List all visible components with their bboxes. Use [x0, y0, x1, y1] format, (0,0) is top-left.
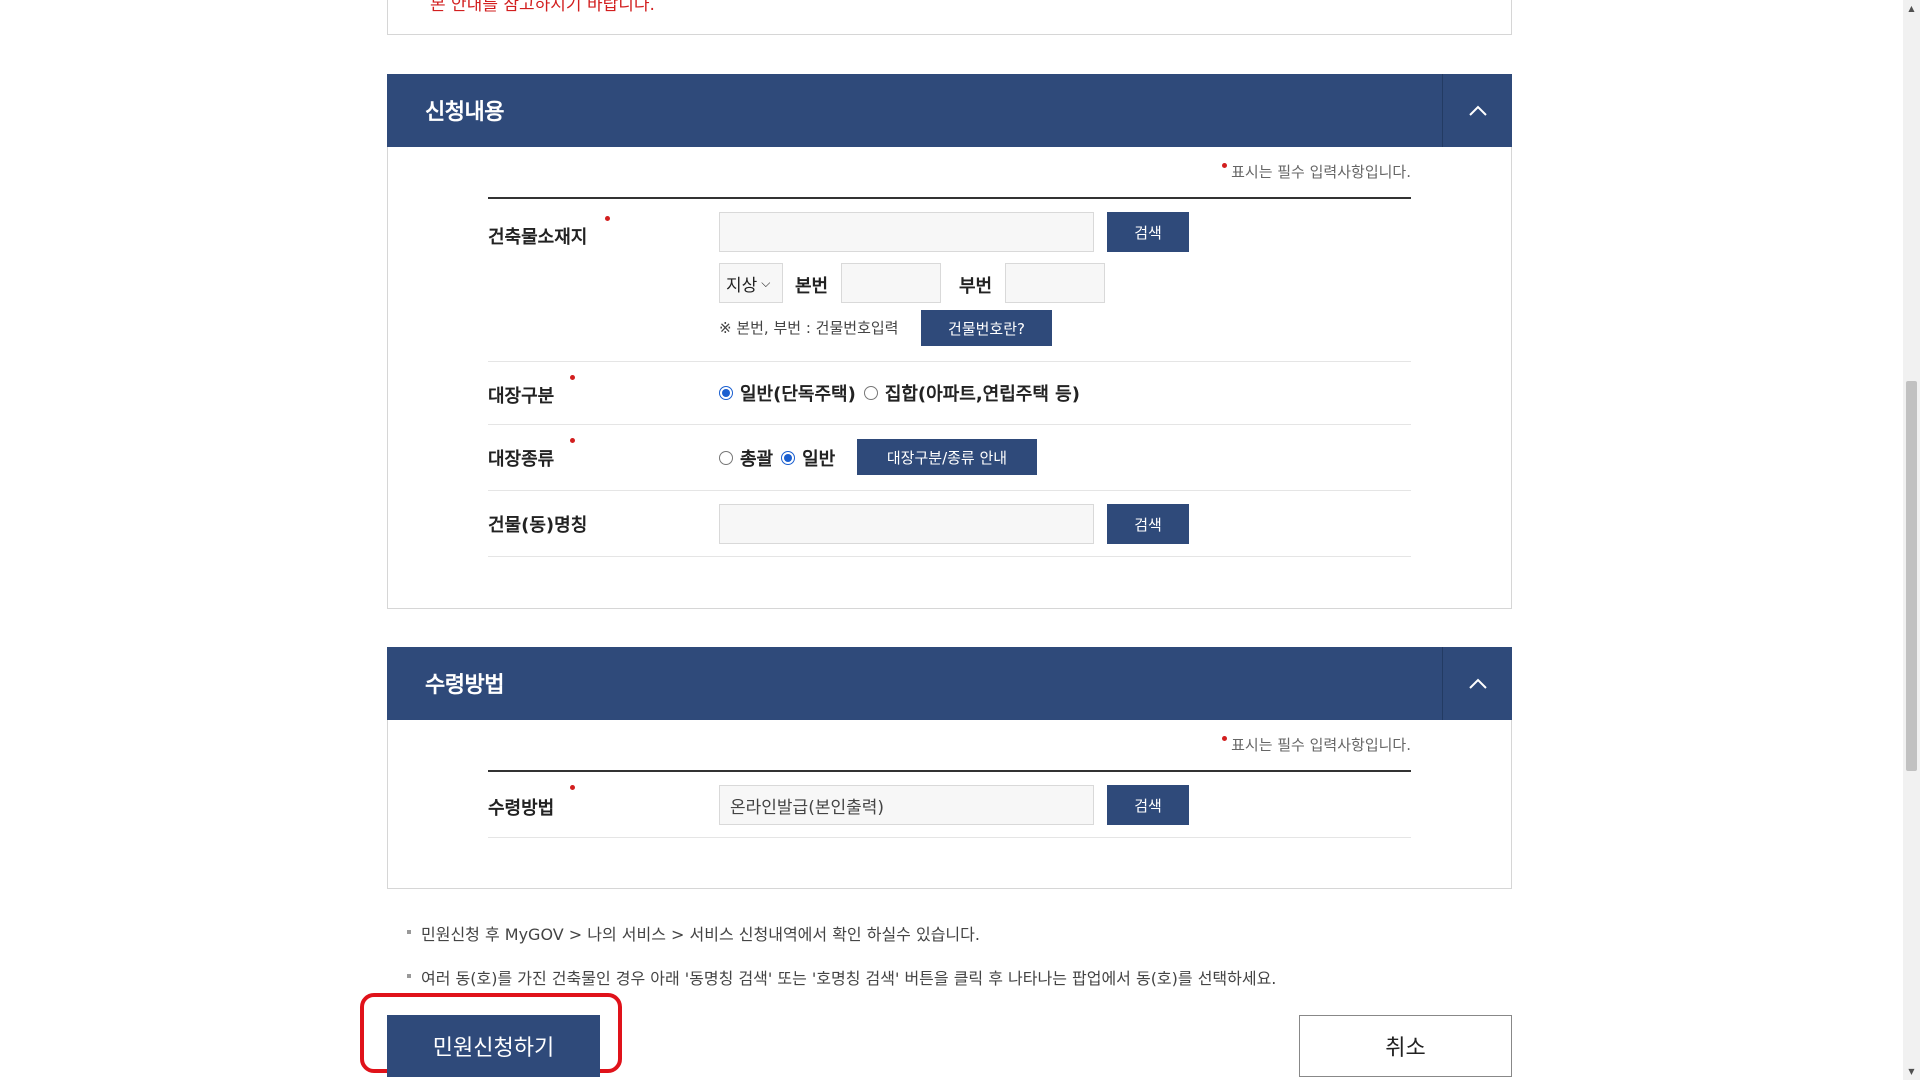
register-kind-label: 대장종류: [488, 449, 555, 470]
building-location-row: 건축물소재지 검색 지상 ⌵ 본번 부번 ※ 본번, 부번 : 건물번호입력 건물…: [488, 199, 1411, 362]
submit-application-button[interactable]: 민원신청하기: [387, 1015, 600, 1077]
apply-section-title: 신청내용: [425, 100, 504, 125]
scroll-up-arrow-icon[interactable]: ▲: [1903, 0, 1920, 17]
required-note: 표시는 필수 입력사항입니다.: [1222, 161, 1411, 182]
register-type-row: 대장구분 일반(단독주택) 집합(아파트,연립주택 등): [488, 362, 1411, 425]
sub-number-label: 부번: [959, 276, 993, 297]
register-kind-option-summary[interactable]: 총괄: [719, 445, 773, 471]
building-number-hint: ※ 본번, 부번 : 건물번호입력: [719, 319, 899, 337]
building-number-help-button[interactable]: 건물번호란?: [921, 310, 1052, 346]
receive-section-header: 수령방법: [387, 647, 1512, 720]
sub-number-input[interactable]: [1005, 263, 1105, 303]
previous-section-note: 본 안내를 참고하시기 바랍니다.: [430, 0, 655, 15]
required-note: 표시는 필수 입력사항입니다.: [1222, 734, 1411, 755]
chevron-up-icon: [1468, 105, 1487, 116]
scrollbar-thumb[interactable]: [1906, 381, 1917, 771]
apply-section-header: 신청내용: [387, 74, 1512, 147]
required-dot-icon: [570, 375, 575, 380]
required-dot-icon: [1222, 163, 1228, 168]
apply-section-collapse-button[interactable]: [1442, 74, 1512, 147]
required-dot-icon: [570, 438, 575, 443]
required-dot-icon: [605, 216, 610, 221]
radio-unchecked-icon[interactable]: [863, 386, 878, 400]
register-guide-button[interactable]: 대장구분/종류 안내: [857, 439, 1037, 475]
apply-section-body: 표시는 필수 입력사항입니다. 건축물소재지 검색 지상 ⌵ 본번 부번 ※ 본번…: [387, 147, 1512, 609]
register-kind-option-general[interactable]: 일반: [781, 445, 835, 471]
receive-method-input[interactable]: [719, 785, 1094, 825]
building-address-input[interactable]: [719, 212, 1094, 252]
register-type-label: 대장구분: [488, 386, 555, 407]
main-number-label: 본번: [795, 276, 829, 297]
notice-list: 민원신청 후 MyGOV > 나의 서비스 > 서비스 신청내역에서 확인 하실…: [407, 921, 1276, 989]
receive-section-title: 수령방법: [425, 673, 504, 698]
receive-section-collapse-button[interactable]: [1442, 647, 1512, 720]
radio-checked-icon[interactable]: [781, 451, 796, 465]
notice-item: 민원신청 후 MyGOV > 나의 서비스 > 서비스 신청내역에서 확인 하실…: [407, 921, 1276, 945]
building-name-row: 건물(동)명칭 검색: [488, 491, 1411, 557]
apply-form-table: 건축물소재지 검색 지상 ⌵ 본번 부번 ※ 본번, 부번 : 건물번호입력 건물…: [488, 197, 1411, 557]
receive-method-search-button[interactable]: 검색: [1107, 785, 1189, 825]
register-type-option-general[interactable]: 일반(단독주택): [719, 380, 856, 406]
chevron-up-icon: [1468, 678, 1487, 689]
chevron-down-icon: ⌵: [761, 275, 771, 290]
cancel-button[interactable]: 취소: [1299, 1015, 1512, 1077]
building-name-input[interactable]: [719, 504, 1094, 544]
register-type-option-collective[interactable]: 집합(아파트,연립주택 등): [863, 380, 1080, 406]
building-location-label: 건축물소재지: [488, 227, 588, 248]
receive-section-body: 표시는 필수 입력사항입니다. 수령방법 검색: [387, 720, 1512, 889]
radio-checked-icon[interactable]: [719, 386, 733, 400]
scroll-down-arrow-icon[interactable]: ▼: [1903, 1063, 1920, 1080]
required-dot-icon: [1222, 736, 1228, 741]
land-type-value: 지상: [726, 275, 758, 296]
register-kind-row: 대장종류 총괄 일반 대장구분/종류 안내: [488, 425, 1411, 491]
address-search-button[interactable]: 검색: [1107, 212, 1189, 252]
building-name-label: 건물(동)명칭: [488, 515, 588, 536]
register-kind-radio-group: 총괄 일반: [719, 445, 843, 471]
receive-method-row: 수령방법 검색: [488, 772, 1411, 838]
building-name-search-button[interactable]: 검색: [1107, 504, 1189, 544]
previous-section-panel: 본 안내를 참고하시기 바랍니다.: [387, 0, 1512, 35]
page-scrollbar[interactable]: ▲ ▼: [1903, 0, 1920, 1080]
radio-unchecked-icon[interactable]: [719, 451, 733, 465]
land-type-select[interactable]: 지상 ⌵: [719, 263, 783, 303]
register-type-radio-group: 일반(단독주택) 집합(아파트,연립주택 등): [719, 380, 1088, 406]
receive-method-label: 수령방법: [488, 798, 555, 819]
required-dot-icon: [570, 785, 575, 790]
main-number-input[interactable]: [841, 263, 941, 303]
notice-item: 여러 동(호)를 가진 건축물인 경우 아래 '동명칭 검색' 또는 '호명칭 …: [407, 965, 1276, 989]
receive-form-table: 수령방법 검색: [488, 770, 1411, 838]
